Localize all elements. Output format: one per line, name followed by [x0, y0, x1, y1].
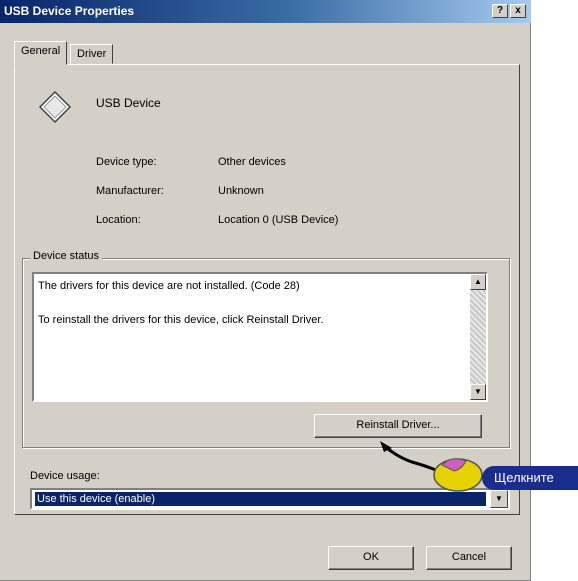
tab-general[interactable]: General [14, 41, 68, 65]
annotation-arrow [380, 441, 453, 480]
click-callout: Щелкните [482, 466, 578, 490]
mouse-icon [433, 458, 483, 492]
